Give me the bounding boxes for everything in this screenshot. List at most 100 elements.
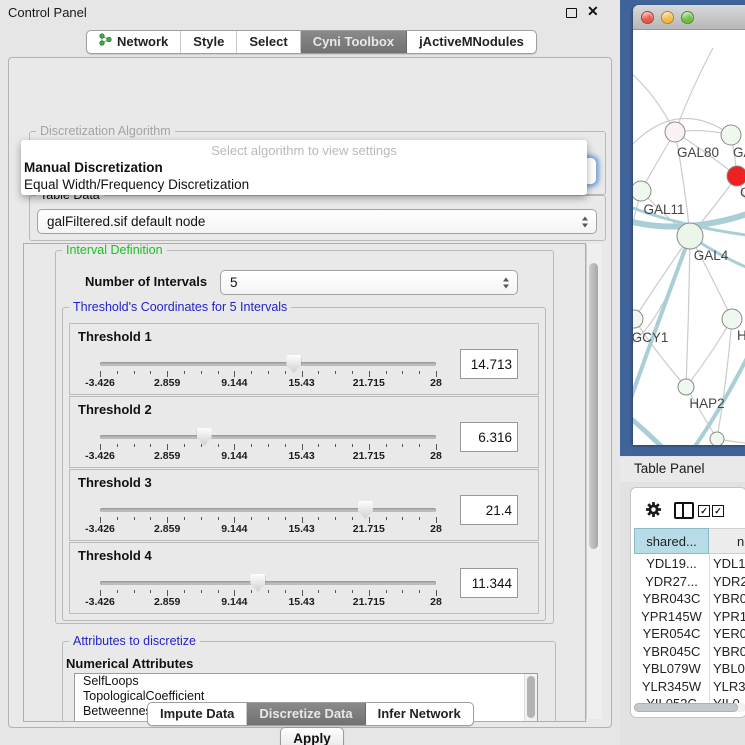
traffic-light-minimize[interactable] xyxy=(661,11,674,24)
scrollbar-thumb[interactable] xyxy=(589,263,598,549)
table-row[interactable]: YPR145WYPR1 xyxy=(631,608,745,626)
settings-vertical-scrollbar[interactable] xyxy=(586,244,602,719)
column-header-name[interactable]: n xyxy=(709,528,745,554)
node-label: C xyxy=(740,185,745,200)
cell-name[interactable]: YBL0 xyxy=(713,660,745,678)
tab-network[interactable]: Network xyxy=(87,31,181,53)
cell-shared-name[interactable]: YBR043C xyxy=(634,590,709,608)
tab-label: Infer Network xyxy=(378,703,461,725)
threshold-value-field[interactable]: 14.713 xyxy=(460,349,518,379)
node-label: GAL80 xyxy=(677,145,719,160)
threshold-slider-thumb[interactable] xyxy=(250,574,265,592)
cell-shared-name[interactable]: YDR27... xyxy=(634,573,709,591)
table-row[interactable]: YBR045CYBR0 xyxy=(631,643,745,661)
threshold-slider-track[interactable] xyxy=(100,508,436,512)
columns-icon[interactable] xyxy=(674,502,694,519)
network-node[interactable] xyxy=(710,432,724,445)
cell-shared-name[interactable]: YLR345W xyxy=(634,678,709,696)
tab-discretize-data[interactable]: Discretize Data xyxy=(247,703,365,725)
cell-name[interactable]: YBR0 xyxy=(713,590,745,608)
network-edge xyxy=(633,68,675,132)
minor-tick xyxy=(251,590,252,593)
table-data-select[interactable]: galFiltered.sif default node xyxy=(37,209,597,234)
algorithm-option-manual-discretization[interactable]: Manual Discretization xyxy=(24,160,584,176)
threshold-slider-thumb[interactable] xyxy=(358,501,373,519)
cell-name[interactable]: YBR0 xyxy=(713,643,745,661)
traffic-light-close[interactable] xyxy=(641,11,654,24)
gear-icon[interactable] xyxy=(645,501,662,523)
tick-label: 28 xyxy=(430,596,442,608)
thresholds-group: Threshold's Coordinates for 5 Intervals … xyxy=(62,307,546,621)
threshold-slider-track[interactable] xyxy=(100,362,436,366)
table-row[interactable]: YLR345WYLR3 xyxy=(631,678,745,696)
tab-infer-network[interactable]: Infer Network xyxy=(366,703,473,725)
network-node-gal80[interactable] xyxy=(665,122,685,142)
minor-tick xyxy=(150,590,151,593)
table-row[interactable]: YDL19...YDL1 xyxy=(631,555,745,573)
table-panel-card: ✓ ✓ shared... n YDL19...YDL1YDR27...YDR2… xyxy=(630,487,745,718)
algorithm-option-equal-width-frequency-discretization[interactable]: Equal Width/Frequency Discretization xyxy=(24,177,584,193)
network-node-h[interactable] xyxy=(722,309,742,329)
scrollbar-thumb[interactable] xyxy=(527,676,535,718)
attributes-scrollbar[interactable] xyxy=(524,674,537,721)
network-icon xyxy=(99,31,112,53)
minor-tick xyxy=(134,371,135,374)
checkbox-icon[interactable]: ✓ xyxy=(712,505,724,517)
minor-tick xyxy=(218,517,219,520)
cell-shared-name[interactable]: YDL19... xyxy=(634,555,709,573)
tab-jactivemnodules[interactable]: jActiveMNodules xyxy=(407,31,536,53)
network-node-gal11[interactable] xyxy=(633,181,651,201)
table-row[interactable]: YDR27...YDR2 xyxy=(631,573,745,591)
network-window-titlebar[interactable] xyxy=(633,5,745,30)
cell-shared-name[interactable]: YPR145W xyxy=(634,608,709,626)
traffic-light-zoom[interactable] xyxy=(681,11,694,24)
network-node-c[interactable] xyxy=(727,166,745,186)
scrollbar-thumb[interactable] xyxy=(634,703,738,712)
node-label: HAP2 xyxy=(689,396,724,411)
tab-impute-data[interactable]: Impute Data xyxy=(148,703,247,725)
threshold-row-4: Threshold 4-3.4262.8599.14415.4321.71528… xyxy=(69,542,539,614)
threshold-slider-track[interactable] xyxy=(100,581,436,585)
minor-tick xyxy=(419,371,420,374)
number-of-intervals-select[interactable]: 5 xyxy=(220,270,518,295)
network-edge xyxy=(686,236,690,387)
cell-shared-name[interactable]: YBL079W xyxy=(634,660,709,678)
network-node-hap2[interactable] xyxy=(678,379,694,395)
tab-select[interactable]: Select xyxy=(237,31,300,53)
network-canvas[interactable]: GAL80GACGAL11GAL4GCY1HHAP2 xyxy=(633,30,745,445)
cell-name[interactable]: YLR3 xyxy=(713,678,745,696)
threshold-value-field[interactable]: 21.4 xyxy=(460,495,518,525)
float-window-icon[interactable] xyxy=(566,8,577,18)
cell-name[interactable]: YDR2 xyxy=(713,573,745,591)
cell-name[interactable]: YPR1 xyxy=(713,608,745,626)
network-node-gcy1[interactable] xyxy=(633,310,643,328)
tick-label: 9.144 xyxy=(221,596,247,608)
minor-tick xyxy=(402,590,403,593)
minor-tick xyxy=(117,444,118,447)
network-node-gal4[interactable] xyxy=(677,223,703,249)
cell-shared-name[interactable]: YBR045C xyxy=(634,643,709,661)
apply-button[interactable]: Apply xyxy=(280,727,344,745)
threshold-slider-thumb[interactable] xyxy=(286,355,301,373)
close-icon[interactable]: ✕ xyxy=(587,3,599,20)
threshold-row-1: Threshold 1-3.4262.8599.14415.4321.71528… xyxy=(69,323,539,395)
cell-name[interactable]: YER0 xyxy=(713,625,745,643)
table-horizontal-scrollbar[interactable] xyxy=(634,703,745,712)
network-node-ga[interactable] xyxy=(721,125,741,145)
tab-style[interactable]: Style xyxy=(181,31,237,53)
minor-tick xyxy=(150,371,151,374)
threshold-value-field[interactable]: 6.316 xyxy=(460,422,518,452)
cell-shared-name[interactable]: YER054C xyxy=(634,625,709,643)
attribute-item-selfloops[interactable]: SelfLoops xyxy=(75,674,537,689)
threshold-slider-thumb[interactable] xyxy=(197,428,212,446)
table-row[interactable]: YER054CYER0 xyxy=(631,625,745,643)
threshold-slider-track[interactable] xyxy=(100,435,436,439)
threshold-value-field[interactable]: 11.344 xyxy=(460,568,518,598)
table-row[interactable]: YBL079WYBL0 xyxy=(631,660,745,678)
cell-name[interactable]: YDL1 xyxy=(713,555,745,573)
window-title: Control Panel xyxy=(8,5,87,20)
checkbox-icon[interactable]: ✓ xyxy=(698,505,710,517)
column-header-shared-name[interactable]: shared... xyxy=(634,528,709,554)
tab-cyni-toolbox[interactable]: Cyni Toolbox xyxy=(301,31,407,53)
table-row[interactable]: YBR043CYBR0 xyxy=(631,590,745,608)
